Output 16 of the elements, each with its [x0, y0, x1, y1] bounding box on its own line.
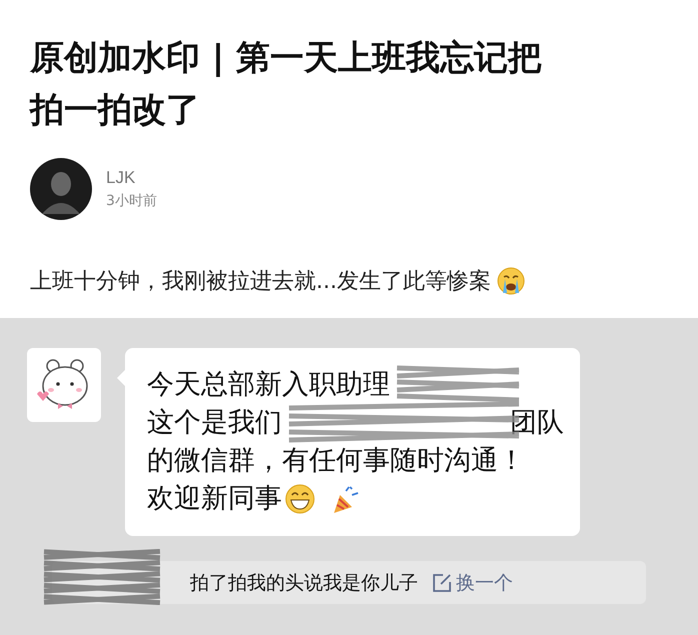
- post-time: 3小时前: [106, 192, 157, 210]
- message-text: 今天总部新入职助理: [147, 368, 390, 402]
- sticker-avatar[interactable]: [27, 348, 101, 422]
- grinning-emoji-icon: [284, 483, 316, 515]
- message-text: 这个是我们: [147, 406, 282, 440]
- edit-icon: [432, 572, 452, 592]
- crying-emoji-icon: [496, 267, 525, 295]
- pat-notice-text: 拍了拍我的头说我是你儿子: [190, 570, 418, 596]
- message-text: 团队: [510, 406, 564, 440]
- message-text: 欢迎新同事: [147, 482, 282, 516]
- author-name[interactable]: LJK: [106, 168, 157, 188]
- article-title: 原创加水印 | 第一天上班我忘记把拍一拍改了: [30, 37, 544, 132]
- change-link[interactable]: 换一个: [432, 570, 513, 596]
- article-text: 上班十分钟，我刚被拉进去就...发生了此等惨案: [30, 268, 491, 296]
- message-text: 的微信群，有任何事随时沟通！: [147, 444, 525, 478]
- avatar[interactable]: [30, 158, 92, 220]
